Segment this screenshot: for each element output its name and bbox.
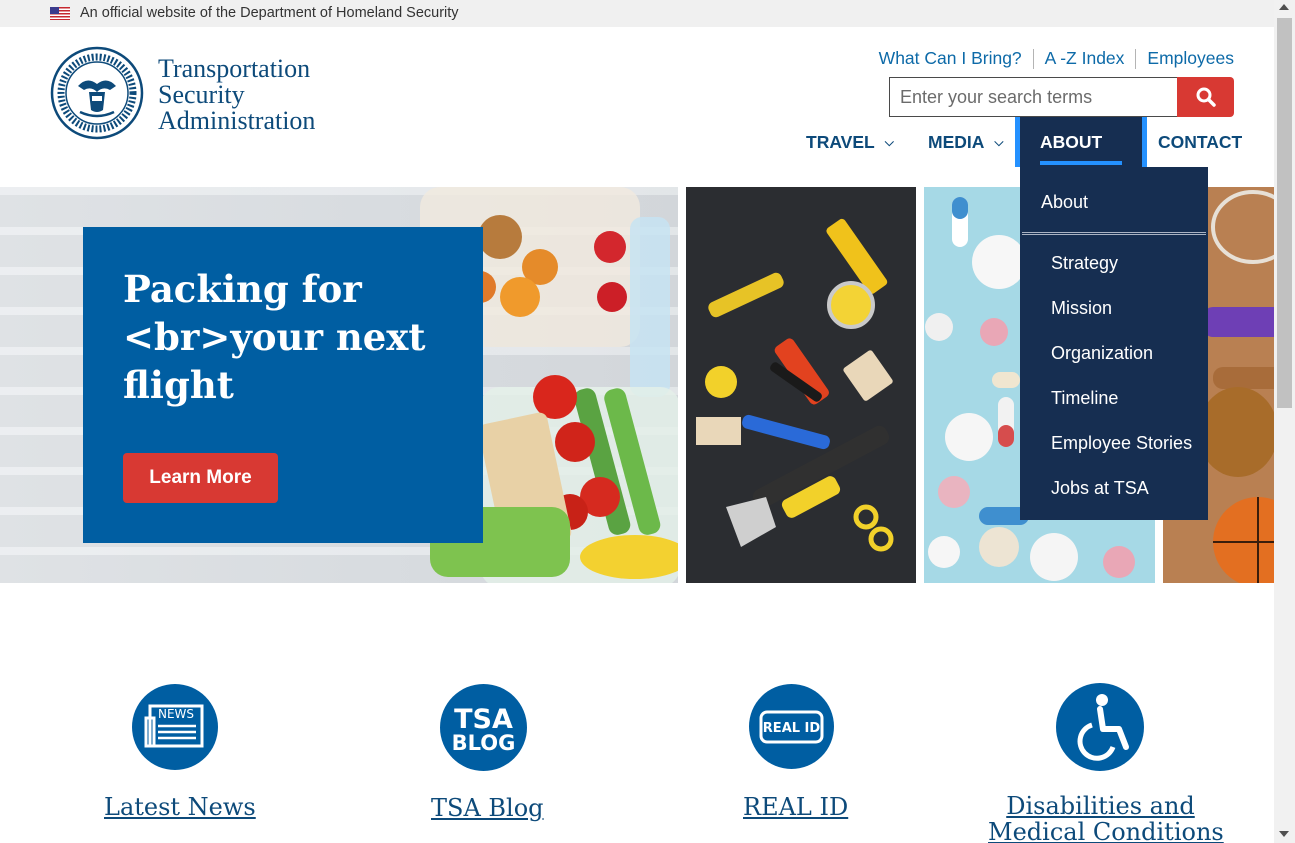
- hero-title-line: Packing for: [123, 267, 362, 311]
- nav-travel-label: TRAVEL: [806, 131, 875, 152]
- agency-name-line: Security: [158, 80, 245, 109]
- dropdown-item-mission[interactable]: Mission: [1051, 298, 1112, 319]
- hero-title: Packing for <br>your next flight: [123, 265, 453, 409]
- az-index-link[interactable]: A -Z Index: [1045, 48, 1125, 69]
- tsa-blog-icon-text: BLOG: [452, 731, 516, 755]
- disabilities-label-line: Disabilities and: [1006, 792, 1195, 820]
- nav-media[interactable]: MEDIA ⌵: [928, 117, 1004, 167]
- real-id-icon[interactable]: REAL ID: [749, 684, 834, 769]
- newspaper-icon[interactable]: NEWS: [132, 684, 218, 770]
- divider: [1135, 48, 1137, 69]
- search-button[interactable]: [1177, 77, 1234, 117]
- chevron-down-icon: ⌵: [994, 134, 1004, 149]
- active-indicator: [1040, 161, 1122, 165]
- nav-contact[interactable]: CONTACT: [1158, 117, 1242, 167]
- dropdown-item-about[interactable]: About: [1041, 192, 1088, 213]
- scroll-thumb[interactable]: [1277, 18, 1292, 408]
- scroll-up-arrow[interactable]: [1279, 4, 1289, 10]
- news-icon-text: NEWS: [158, 707, 194, 721]
- nav-about-label: ABOUT: [1040, 131, 1103, 152]
- search-input[interactable]: [889, 77, 1178, 117]
- agency-name-line: Transportation: [158, 54, 311, 83]
- tsa-blog-icon[interactable]: TSA BLOG: [440, 684, 527, 771]
- divider: [1022, 232, 1206, 235]
- learn-more-button[interactable]: Learn More: [123, 453, 278, 503]
- what-can-i-bring-link[interactable]: What Can I Bring?: [879, 48, 1022, 69]
- us-flag-icon: [50, 7, 70, 20]
- hero-image-tools: [686, 187, 916, 583]
- nav-about[interactable]: ABOUT: [1015, 117, 1147, 167]
- nav-contact-label: CONTACT: [1158, 131, 1243, 152]
- nav-media-label: MEDIA: [928, 131, 985, 152]
- latest-news-link[interactable]: Latest News: [104, 793, 256, 821]
- hero-title-line: flight: [123, 363, 234, 407]
- real-id-icon-text: REAL ID: [763, 721, 821, 736]
- hero-card: Packing for <br>your next flight Learn M…: [83, 227, 483, 543]
- dropdown-item-employee-stories[interactable]: Employee Stories: [1051, 433, 1192, 454]
- utility-nav: What Can I Bring? A -Z Index Employees: [879, 48, 1234, 69]
- about-dropdown-menu: About Strategy Mission Organization Time…: [1020, 167, 1208, 520]
- search-icon: [1196, 87, 1216, 107]
- tsa-blog-link[interactable]: TSA Blog: [431, 794, 544, 822]
- official-banner-text: An official website of the Department of…: [80, 5, 459, 21]
- official-banner: An official website of the Department of…: [0, 0, 1274, 27]
- scroll-down-arrow[interactable]: [1279, 831, 1289, 837]
- employees-link[interactable]: Employees: [1147, 48, 1234, 69]
- disabilities-label-line: Medical Conditions: [988, 818, 1224, 843]
- dropdown-item-timeline[interactable]: Timeline: [1051, 388, 1118, 409]
- page-scrollbar[interactable]: [1274, 0, 1295, 843]
- hero-title-line: <br>your next: [123, 315, 426, 359]
- disabilities-medical-link[interactable]: Disabilities and Medical Conditions: [988, 792, 1224, 843]
- main-nav: TRAVEL ⌵ MEDIA ⌵ ABOUT CONTACT: [0, 117, 1274, 167]
- dropdown-item-organization[interactable]: Organization: [1051, 343, 1153, 364]
- wheelchair-icon[interactable]: [1056, 683, 1144, 771]
- dropdown-item-jobs[interactable]: Jobs at TSA: [1051, 478, 1149, 499]
- nav-travel[interactable]: TRAVEL ⌵: [806, 117, 894, 167]
- chevron-down-icon: ⌵: [884, 134, 894, 149]
- dropdown-item-strategy[interactable]: Strategy: [1051, 253, 1118, 274]
- real-id-link[interactable]: REAL ID: [743, 793, 848, 821]
- divider: [1032, 48, 1034, 69]
